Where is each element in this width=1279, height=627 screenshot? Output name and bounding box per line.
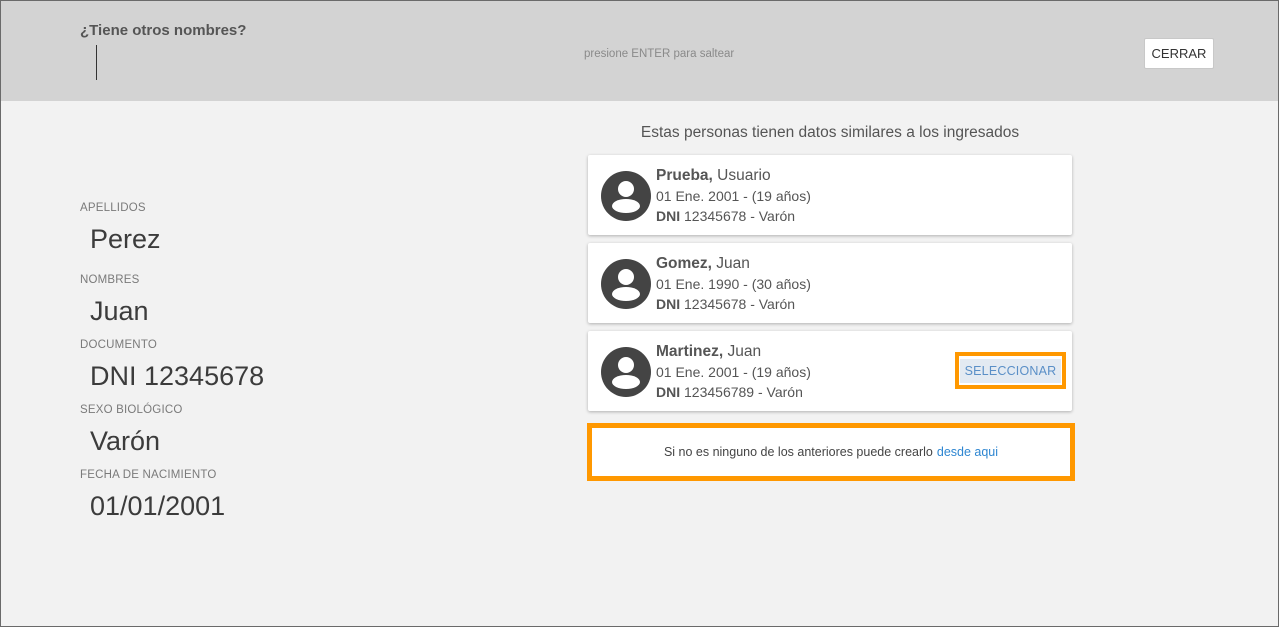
person-avatar-icon — [601, 259, 651, 309]
card-document: DNI 12345678 - Varón — [656, 296, 795, 312]
person-card[interactable]: Gomez, Juan 01 Ene. 1990 - (30 años) DNI… — [588, 243, 1072, 323]
card-first-name: Usuario — [717, 167, 771, 184]
person-avatar-icon — [601, 347, 651, 397]
fecha-nacimiento-value: 01/01/2001 — [90, 491, 226, 521]
create-new-text: Si no es ninguno de los anteriores puede… — [663, 445, 933, 459]
card-name: Gomez, Juan — [656, 255, 750, 273]
create-new-box: Si no es ninguno de los anteriores puede… — [587, 423, 1075, 481]
person-avatar-icon — [601, 171, 651, 221]
card-last-name: Prueba, — [656, 167, 713, 184]
nombres-value: Juan — [90, 296, 149, 326]
documento-label: DOCUMENTO — [80, 339, 157, 351]
skip-hint: presione ENTER para saltear — [584, 48, 735, 60]
card-doc-rest: 12345678 - Varón — [684, 208, 796, 224]
card-doc-rest: 12345678 - Varón — [684, 296, 796, 312]
select-highlight: SELECCIONAR — [955, 352, 1066, 389]
card-document: DNI 123456789 - Varón — [656, 384, 803, 400]
card-birth-date: 01 Ene. 2001 - (19 años) — [656, 188, 811, 204]
person-card[interactable]: Martinez, Juan 01 Ene. 2001 - (19 años) … — [588, 331, 1072, 411]
question-label: ¿Tiene otros nombres? — [80, 22, 247, 39]
card-name: Martinez, Juan — [656, 343, 761, 361]
card-doc-rest: 123456789 - Varón — [684, 384, 803, 400]
card-name: Prueba, Usuario — [656, 167, 771, 185]
create-new-link[interactable]: desde aqui — [937, 445, 998, 459]
card-doc-type: DNI — [656, 296, 681, 312]
close-button[interactable]: CERRAR — [1144, 38, 1214, 69]
similar-persons-title: Estas personas tienen datos similares a … — [640, 124, 1020, 141]
sexo-label: SEXO BIOLÓGICO — [80, 404, 183, 416]
card-birth-date: 01 Ene. 2001 - (19 años) — [656, 364, 811, 380]
card-first-name: Juan — [727, 343, 762, 360]
nombres-label: NOMBRES — [80, 274, 140, 286]
card-doc-type: DNI — [656, 384, 681, 400]
card-last-name: Gomez, — [656, 255, 712, 272]
documento-value: DNI 12345678 — [90, 361, 265, 391]
apellidos-value: Perez — [90, 224, 161, 254]
header-bar: ¿Tiene otros nombres? presione ENTER par… — [0, 0, 1279, 101]
select-button[interactable]: SELECCIONAR — [959, 358, 1062, 383]
card-document: DNI 12345678 - Varón — [656, 208, 795, 224]
fecha-nacimiento-label: FECHA DE NACIMIENTO — [80, 469, 217, 481]
card-birth-date: 01 Ene. 1990 - (30 años) — [656, 276, 811, 292]
text-input-caret[interactable] — [96, 45, 97, 80]
card-last-name: Martinez, — [656, 343, 724, 360]
apellidos-label: APELLIDOS — [80, 202, 146, 214]
sexo-value: Varón — [90, 426, 161, 456]
card-doc-type: DNI — [656, 208, 681, 224]
person-card[interactable]: Prueba, Usuario 01 Ene. 2001 - (19 años)… — [588, 155, 1072, 235]
card-first-name: Juan — [716, 255, 750, 272]
